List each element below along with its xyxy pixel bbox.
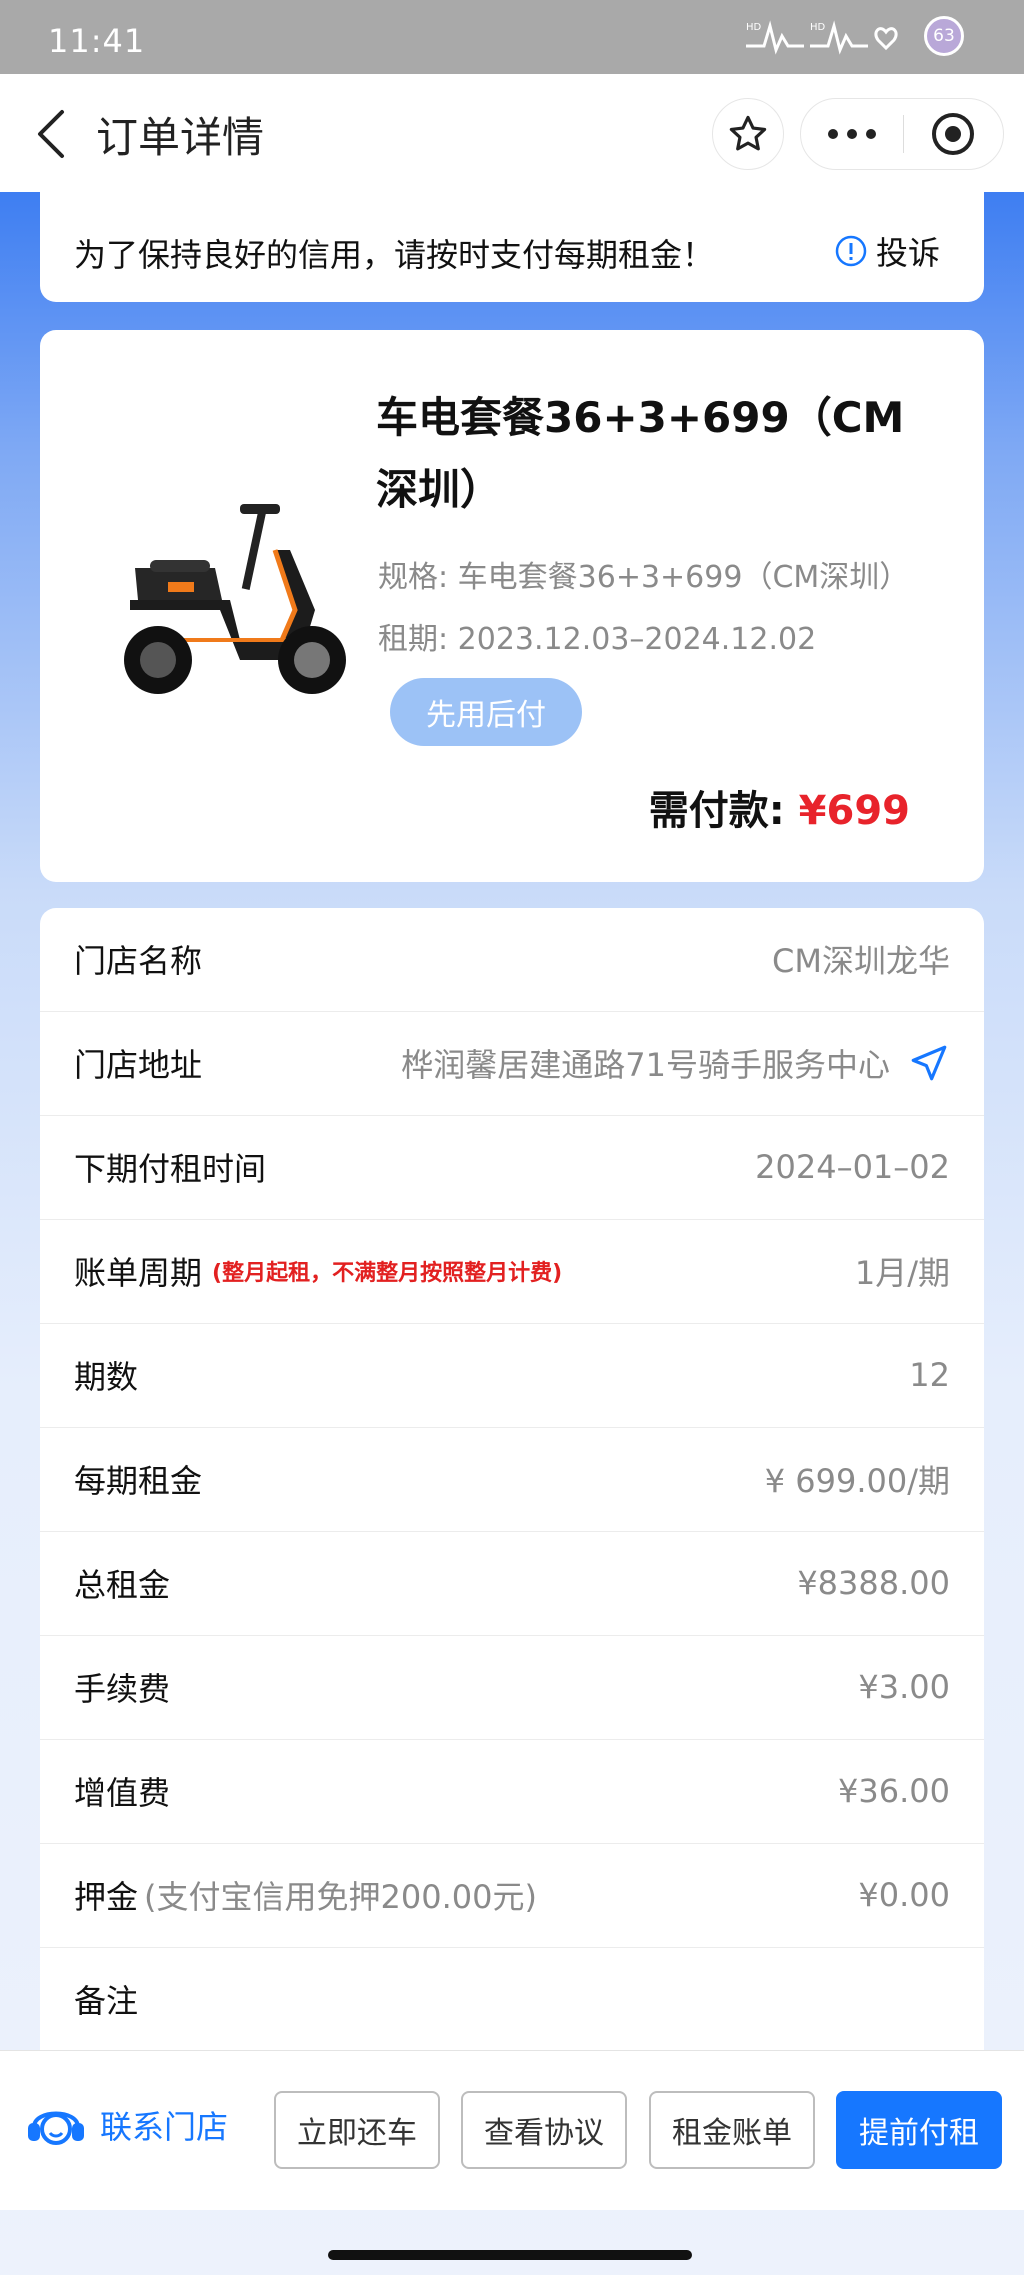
info-row-store-address[interactable]: 门店地址 桦润馨居建通路71号骑手服务中心 (40, 1012, 984, 1116)
info-row-billing-cycle: 账单周期 (整月起租，不满整月按照整月计费) 1月/期 (40, 1220, 984, 1324)
info-row-next-payment: 下期付租时间 2024–01–02 (40, 1116, 984, 1220)
info-label: 期数 (74, 1358, 139, 1396)
info-label: 押金 (74, 1878, 139, 1916)
info-label: 下期付租时间 (74, 1150, 267, 1188)
info-value: ¥3.00 (858, 1668, 950, 1706)
info-row-fee: 手续费 ¥3.00 (40, 1636, 984, 1740)
svg-text:HD: HD (810, 22, 826, 33)
headset-icon (28, 2111, 84, 2145)
svg-text:HD: HD (746, 22, 762, 33)
amount-due-value: ¥699 (798, 788, 910, 834)
navigation-icon[interactable] (908, 1042, 950, 1084)
star-icon (729, 115, 767, 151)
prepay-rent-button[interactable]: 提前付租 (836, 2091, 1002, 2169)
info-value: ¥36.00 (838, 1772, 950, 1810)
info-value: 12 (909, 1356, 950, 1394)
info-row-deposit: 押金 (支付宝信用免押200.00元) ¥0.00 (40, 1844, 984, 1948)
info-icon (835, 235, 867, 267)
info-label: 增值费 (74, 1774, 171, 1812)
deposit-note: (支付宝信用免押200.00元) (144, 1878, 537, 1916)
info-value: ¥ 699.00/期 (764, 1462, 950, 1500)
info-value: CM深圳龙华 (772, 942, 950, 980)
info-value: ¥8388.00 (797, 1564, 950, 1602)
info-value: 1月/期 (854, 1254, 950, 1292)
info-value: 2024–01–02 (755, 1148, 950, 1186)
info-row-store-name: 门店名称 CM深圳龙华 (40, 908, 984, 1012)
more-button[interactable] (801, 98, 903, 170)
notice-text: 为了保持良好的信用，请按时支付每期租金！ (74, 236, 715, 274)
scooter-image (124, 504, 346, 694)
more-icon (827, 129, 876, 139)
info-label: 账单周期 (74, 1254, 203, 1292)
info-row-total-rent: 总租金 ¥8388.00 (40, 1532, 984, 1636)
signal-icon: HD HD (746, 20, 898, 55)
info-label: 手续费 (74, 1670, 171, 1708)
product-spec: 规格: 车电套餐36+3+699（CM深圳） (378, 560, 910, 595)
info-label: 总租金 (74, 1566, 171, 1604)
complaint-button[interactable]: 投诉 (834, 228, 940, 274)
notice-banner: 为了保持良好的信用，请按时支付每期租金！ 投诉 (40, 192, 984, 302)
info-label-wrap: 账单周期 (整月起租，不满整月按照整月计费) (74, 1220, 562, 1322)
contact-store-button[interactable]: 联系门店 (24, 2097, 228, 2153)
close-mini-program-button[interactable] (904, 98, 1004, 170)
info-value: 桦润馨居建通路71号骑手服务中心 (401, 1046, 890, 1084)
info-row-per-period-rent: 每期租金 ¥ 699.00/期 (40, 1428, 984, 1532)
rent-bill-button[interactable]: 租金账单 (649, 2091, 815, 2169)
contact-store-label: 联系门店 (100, 2108, 229, 2146)
status-bar: 11:41 HD HD 63 (0, 0, 1024, 74)
chevron-left-icon (38, 110, 64, 158)
info-row-value-added: 增值费 ¥36.00 (40, 1740, 984, 1844)
order-info-list: 门店名称 CM深圳龙华 门店地址 桦润馨居建通路71号骑手服务中心 下期付租时间… (40, 908, 984, 2060)
info-label: 门店名称 (74, 942, 203, 980)
battery-indicator: 63 (924, 16, 964, 56)
info-row-remark: 备注 (40, 1948, 984, 2052)
billing-cycle-note: (整月起租，不满整月按照整月计费) (212, 1261, 563, 1286)
product-name: 车电套餐36+3+699（CM深圳） (376, 393, 905, 514)
mini-program-capsule (800, 98, 1004, 170)
home-indicator[interactable] (328, 2250, 692, 2260)
view-agreement-button[interactable]: 查看协议 (461, 2091, 627, 2169)
page-title: 订单详情 (96, 113, 265, 162)
bottom-action-bar: 联系门店 立即还车 查看协议 租金账单 提前付租 (0, 2050, 1024, 2210)
product-term: 租期: 2023.12.03–2024.12.02 (378, 622, 817, 657)
back-button[interactable] (28, 106, 78, 162)
return-bike-button[interactable]: 立即还车 (274, 2091, 440, 2169)
favorite-button[interactable] (712, 98, 784, 170)
info-label: 门店地址 (74, 1046, 203, 1084)
pay-later-badge: 先用后付 (390, 678, 582, 746)
info-row-periods: 期数 12 (40, 1324, 984, 1428)
nav-bar: 订单详情 (0, 74, 1024, 192)
info-value-wrap: 桦润馨居建通路71号骑手服务中心 (401, 1012, 950, 1114)
amount-due: 需付款: ¥699 (649, 778, 910, 836)
amount-due-label: 需付款: (648, 788, 799, 834)
info-label: 备注 (74, 1982, 139, 2020)
complaint-label: 投诉 (875, 234, 940, 272)
target-icon (932, 113, 975, 155)
status-icons: HD HD 63 (744, 16, 964, 56)
info-value: ¥0.00 (858, 1876, 950, 1914)
info-label: 每期租金 (74, 1462, 203, 1500)
info-label-wrap: 押金 (支付宝信用免押200.00元) (74, 1844, 537, 1946)
product-card: 车电套餐36+3+699（CM深圳） 规格: 车电套餐36+3+699（CM深圳… (40, 330, 984, 882)
status-time: 11:41 (48, 22, 146, 60)
